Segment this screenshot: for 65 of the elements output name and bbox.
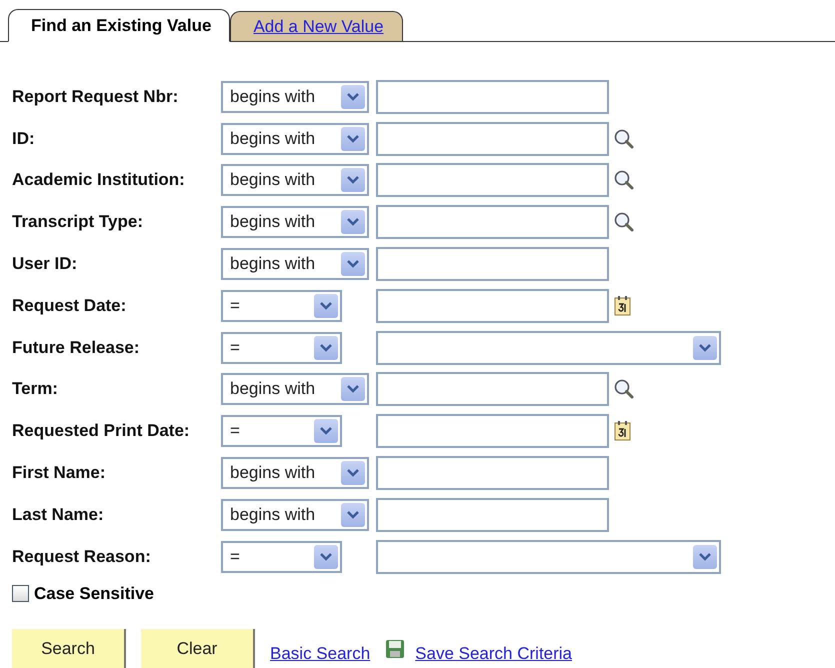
dropdown[interactable]	[376, 330, 721, 365]
field-label: Requested Print Date:	[12, 421, 191, 442]
operator-dropdown[interactable]: begins with	[221, 164, 369, 196]
field-label: ID:	[12, 128, 36, 149]
dropdown[interactable]	[376, 540, 721, 574]
chevron-icon	[341, 377, 365, 402]
chevron-icon	[341, 210, 365, 234]
search-icon[interactable]	[613, 378, 635, 400]
link[interactable]: Save Search Criteria	[415, 644, 572, 664]
chevron-icon	[314, 544, 338, 569]
search-icon[interactable]	[613, 211, 635, 234]
operator-dropdown[interactable]: begins with	[221, 206, 369, 238]
operator-dropdown[interactable]: =	[221, 540, 342, 573]
chevron-icon	[341, 461, 365, 486]
tab[interactable]: Add a New Value	[230, 11, 403, 41]
chevron-icon	[341, 126, 365, 151]
input-field[interactable]	[376, 372, 609, 406]
calendar-icon[interactable]	[613, 420, 633, 442]
operator-dropdown[interactable]: begins with	[221, 122, 369, 155]
field-label: Transcript Type:	[12, 212, 144, 232]
operator-dropdown[interactable]: begins with	[221, 373, 369, 406]
operator-dropdown[interactable]: begins with	[221, 498, 369, 531]
save-icon[interactable]	[385, 638, 406, 659]
input-field[interactable]	[376, 122, 609, 156]
field-label: Report Request Nbr:	[12, 86, 180, 107]
chevron-icon	[693, 336, 717, 360]
input-field[interactable]	[376, 288, 609, 323]
tab[interactable]: Find an Existing Value	[8, 9, 230, 42]
field-label: Request Date:	[12, 296, 128, 316]
input-field[interactable]	[376, 205, 609, 240]
input-field[interactable]	[376, 414, 609, 448]
checkbox-label: Case Sensitive	[34, 584, 154, 604]
chevron-icon	[341, 168, 365, 192]
field-label: Term:	[12, 379, 59, 400]
field-label: First Name:	[12, 463, 107, 484]
field-label: User ID:	[12, 254, 78, 274]
operator-dropdown[interactable]: =	[221, 415, 342, 448]
search-icon[interactable]	[613, 169, 635, 192]
input-field[interactable]	[376, 247, 609, 282]
chevron-icon	[341, 252, 365, 276]
field-label: Future Release:	[12, 338, 141, 358]
clear-button[interactable]: Clear	[141, 628, 255, 668]
operator-dropdown[interactable]: begins with	[221, 80, 369, 113]
input-field[interactable]	[376, 80, 609, 114]
operator-dropdown[interactable]: =	[221, 332, 342, 364]
operator-dropdown[interactable]: =	[221, 290, 342, 322]
link[interactable]: Basic Search	[270, 644, 370, 664]
field-label: Request Reason:	[12, 546, 152, 567]
input-field[interactable]	[376, 456, 609, 490]
checkbox[interactable]	[12, 585, 29, 602]
input-field[interactable]	[376, 163, 609, 198]
chevron-icon	[314, 294, 338, 318]
field-label: Academic Institution:	[12, 170, 186, 190]
operator-dropdown[interactable]: begins with	[221, 248, 369, 280]
calendar-icon[interactable]	[613, 294, 633, 317]
chevron-icon	[314, 336, 338, 360]
operator-dropdown[interactable]: begins with	[221, 457, 369, 490]
search-icon[interactable]	[613, 128, 635, 150]
chevron-icon	[341, 502, 365, 527]
chevron-icon	[693, 544, 717, 569]
chevron-icon	[341, 84, 365, 109]
chevron-icon	[314, 419, 338, 444]
input-field[interactable]	[376, 498, 609, 532]
search-button[interactable]: Search	[12, 628, 126, 668]
field-label: Last Name:	[12, 504, 105, 525]
